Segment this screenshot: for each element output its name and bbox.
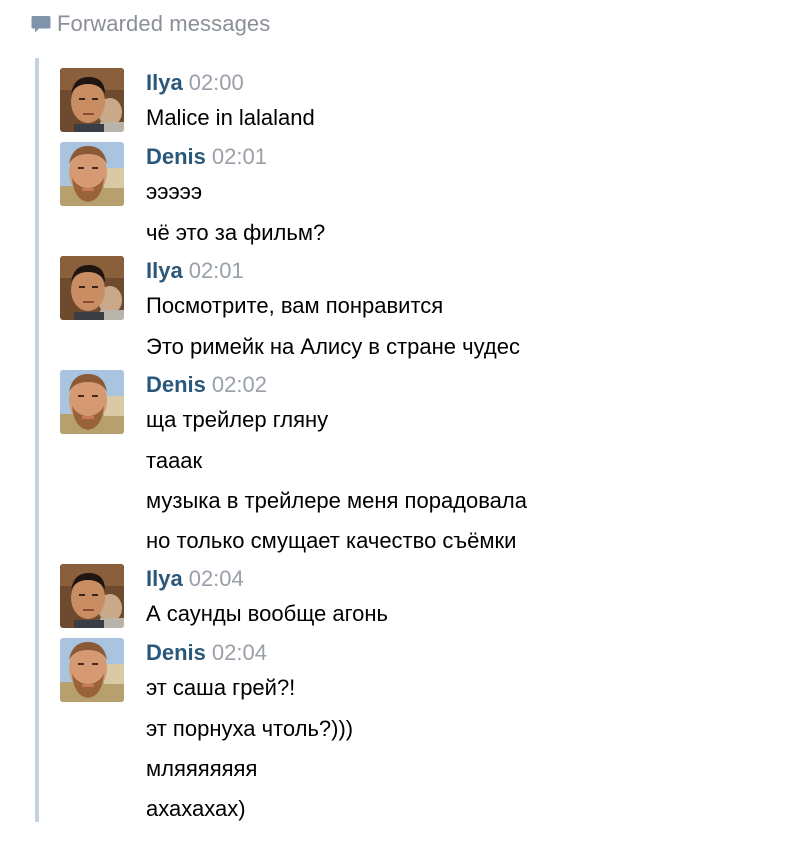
- message-text: ахахахах): [146, 796, 246, 821]
- message-time[interactable]: 02:02: [212, 372, 267, 397]
- author-name[interactable]: Denis: [146, 372, 206, 397]
- message-text: эээээ: [146, 179, 203, 204]
- message-meta: Ilya 02:04: [146, 564, 244, 594]
- message-text: чё это за фильм?: [146, 220, 326, 245]
- avatar[interactable]: [60, 564, 124, 628]
- message-text: А саунды вообще агонь: [146, 601, 389, 626]
- author-name[interactable]: Ilya: [146, 566, 183, 591]
- message-text: мляяяяяяя: [146, 756, 258, 781]
- message-text: Посмотрите, вам понравится: [146, 293, 444, 318]
- forwarded-header: Forwarded messages: [31, 10, 270, 38]
- message-time[interactable]: 02:04: [189, 566, 244, 591]
- message-text: музыка в трейлере меня порадовала: [146, 488, 527, 513]
- message-text: Malice in lalaland: [146, 105, 315, 130]
- forward-thread-bar: [35, 58, 39, 822]
- message-meta: Denis 02:01: [146, 142, 267, 172]
- message-meta: Denis 02:04: [146, 638, 267, 668]
- message-time[interactable]: 02:04: [212, 640, 267, 665]
- avatar[interactable]: [60, 638, 124, 702]
- avatar[interactable]: [60, 142, 124, 206]
- message-meta: Ilya 02:00: [146, 68, 244, 98]
- message-text: Это римейк на Алису в стране чудес: [146, 334, 520, 359]
- author-name[interactable]: Denis: [146, 640, 206, 665]
- author-name[interactable]: Ilya: [146, 70, 183, 95]
- message-time[interactable]: 02:00: [189, 70, 244, 95]
- author-name[interactable]: Ilya: [146, 258, 183, 283]
- author-name[interactable]: Denis: [146, 144, 206, 169]
- avatar[interactable]: [60, 68, 124, 132]
- forwarded-title: Forwarded messages: [57, 11, 271, 36]
- message-time[interactable]: 02:01: [189, 258, 244, 283]
- chat-bubble-icon: [31, 14, 51, 34]
- message-text: эт порнуха чтоль?))): [146, 716, 354, 741]
- message-text: тааак: [146, 448, 203, 473]
- message-time[interactable]: 02:01: [212, 144, 267, 169]
- avatar[interactable]: [60, 256, 124, 320]
- message-text: но только смущает качество съёмки: [146, 528, 517, 553]
- message-text: ща трейлер гляну: [146, 407, 329, 432]
- message-meta: Ilya 02:01: [146, 256, 244, 286]
- message-text: эт саша грей?!: [146, 675, 296, 700]
- message-meta: Denis 02:02: [146, 370, 267, 400]
- avatar[interactable]: [60, 370, 124, 434]
